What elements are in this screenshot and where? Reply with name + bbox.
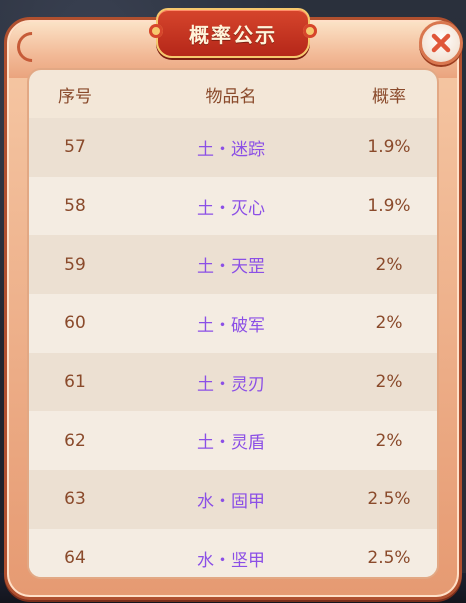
- row-rate: 2%: [375, 254, 403, 275]
- row-rate: 1.9%: [367, 196, 411, 217]
- row-index: 58: [64, 196, 86, 217]
- row-index: 60: [64, 313, 86, 334]
- row-index: 63: [64, 489, 86, 510]
- table-row: 62 土・灵盾 2%: [29, 411, 437, 471]
- row-item: 水・固甲: [197, 491, 265, 512]
- table-row: 64 水・坚甲 2.5%: [29, 528, 437, 577]
- row-item: 土・迷踪: [197, 139, 265, 160]
- table-row: 63 水・固甲 2.5%: [29, 470, 437, 529]
- row-index: 61: [64, 372, 86, 393]
- table-row: 60 土・破军 2%: [29, 294, 437, 353]
- table-row: 57 土・迷踪 1.9%: [29, 118, 437, 177]
- row-index: 57: [64, 137, 86, 158]
- dialog-title: 概率公示: [189, 22, 277, 47]
- row-item: 水・坚甲: [197, 550, 265, 571]
- row-rate: 2%: [375, 430, 403, 451]
- table-row: 59 土・天罡 2%: [29, 235, 437, 295]
- row-index: 64: [64, 548, 86, 569]
- row-item: 土・灵刃: [197, 374, 265, 395]
- title-plaque: 概率公示: [149, 8, 317, 58]
- close-button[interactable]: [419, 21, 463, 65]
- row-rate: 1.9%: [367, 137, 411, 158]
- close-icon: [431, 33, 451, 53]
- probability-table: 序号 物品名 概率 57 土・迷踪 1.9% 58 土・灭心 1.9% 59 土…: [27, 68, 439, 579]
- table-row: 58 土・灭心 1.9%: [29, 176, 437, 236]
- header-index: 序号: [58, 86, 92, 107]
- table-row: 61 土・灵刃 2%: [29, 352, 437, 412]
- row-item: 土・天罡: [197, 257, 265, 278]
- row-rate: 2%: [375, 372, 403, 393]
- row-index: 62: [64, 430, 86, 451]
- header-item: 物品名: [205, 86, 257, 107]
- row-item: 土・破军: [197, 315, 265, 336]
- row-item: 土・灵盾: [197, 433, 265, 454]
- probability-dialog: 概率公示 序号 物品名 概率 57 土・迷踪 1.9% 58 土・灭心 1.9%…: [4, 8, 463, 600]
- table-header: 序号 物品名 概率: [29, 70, 437, 118]
- row-item: 土・灭心: [197, 198, 265, 219]
- row-rate: 2.5%: [367, 489, 411, 510]
- row-rate: 2%: [375, 313, 403, 334]
- row-rate: 2.5%: [367, 548, 411, 569]
- row-index: 59: [64, 254, 86, 275]
- header-rate: 概率: [372, 86, 406, 107]
- table-body[interactable]: 57 土・迷踪 1.9% 58 土・灭心 1.9% 59 土・天罡 2% 60 …: [29, 118, 437, 577]
